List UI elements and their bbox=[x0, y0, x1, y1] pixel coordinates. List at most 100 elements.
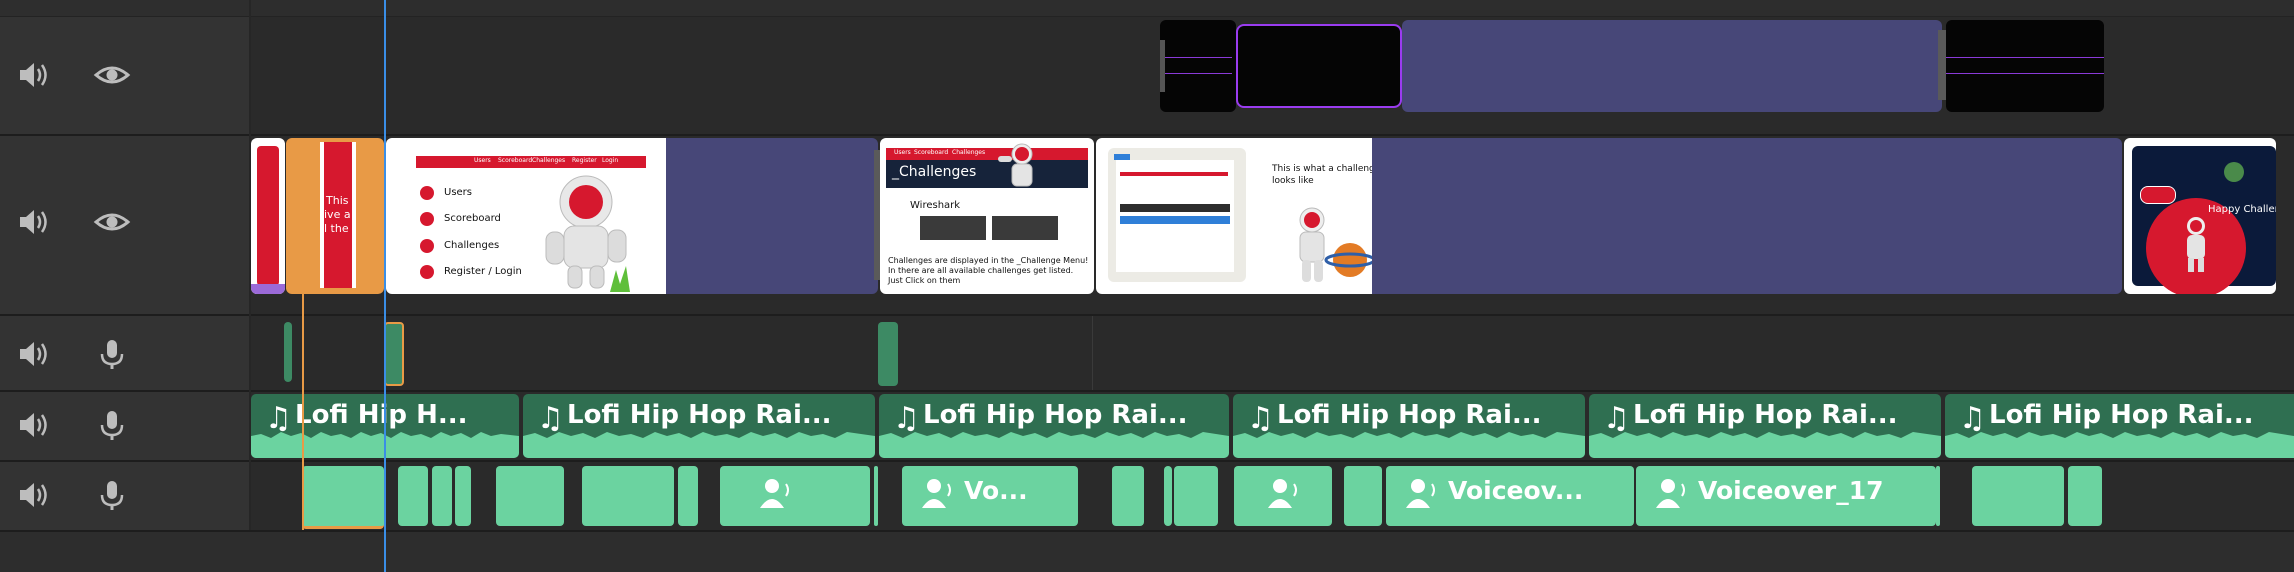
slide-nav-item: Users bbox=[894, 149, 911, 156]
slide-challenge-button bbox=[992, 216, 1058, 240]
speaker-icon[interactable] bbox=[14, 334, 54, 374]
slide-subheading: Wireshark bbox=[910, 200, 961, 211]
clip-trim-handle[interactable] bbox=[1160, 40, 1165, 92]
voiceover-clip[interactable] bbox=[1344, 466, 1382, 526]
music-clip-label: Lofi Hip Hop Rai... bbox=[1633, 400, 1898, 430]
astronaut-illustration bbox=[2187, 217, 2205, 272]
overlay-line bbox=[1164, 73, 1232, 74]
slide-caption: Challenges are displayed in the _Challen… bbox=[888, 256, 1089, 265]
track-divider bbox=[0, 390, 2294, 392]
slide-bullet bbox=[420, 265, 434, 279]
slide-bullet bbox=[420, 212, 434, 226]
voiceover-person-icon bbox=[1406, 479, 1435, 508]
voiceover-clip[interactable] bbox=[678, 466, 698, 526]
playhead[interactable] bbox=[384, 0, 386, 572]
voiceover-clip[interactable] bbox=[2068, 466, 2102, 526]
video-clip-challenges-slide[interactable]: Users Scoreboard Challenges _Challenges … bbox=[880, 138, 1094, 294]
placeholder-clip[interactable] bbox=[666, 138, 878, 294]
astronaut-illustration bbox=[1299, 207, 1372, 282]
badge bbox=[2140, 186, 2176, 204]
music-clip-label: Lofi Hip Hop Rai... bbox=[1989, 400, 2254, 430]
slide-nav-item: Register bbox=[572, 157, 597, 164]
eye-icon[interactable] bbox=[92, 55, 132, 95]
slide-menu-item: Challenges bbox=[444, 240, 500, 251]
video-clip-challenge-view-slide[interactable]: This is what a challenge looks like bbox=[1096, 138, 1372, 294]
slide-caption: In there are all available challenges ge… bbox=[888, 266, 1074, 275]
voiceover-clip[interactable] bbox=[432, 466, 452, 526]
voiceover-clip[interactable] bbox=[1234, 466, 1332, 526]
voiceover-person-icon bbox=[1268, 479, 1297, 508]
voiceover-clip[interactable] bbox=[398, 466, 428, 526]
video-clip-menu-slide[interactable]: Users Scoreboard Challenges Register Log… bbox=[386, 138, 666, 294]
astronaut-illustration bbox=[998, 143, 1033, 187]
music-clip[interactable]: ♫ Lofi Hip Hop Rai... bbox=[1233, 394, 1585, 458]
music-note-icon: ♫ bbox=[1959, 401, 1986, 436]
slide-nav-item: Challenges bbox=[532, 157, 566, 164]
slide-bullet bbox=[420, 239, 434, 253]
slide-menu-item: Scoreboard bbox=[444, 213, 501, 224]
voiceover-clip-label: Voiceover_17 bbox=[1698, 476, 1884, 505]
speaker-icon[interactable] bbox=[14, 55, 54, 95]
slide-nav-item: Challenges bbox=[952, 149, 986, 156]
placeholder-clip[interactable] bbox=[1372, 138, 2122, 294]
voiceover-clip[interactable]: Voiceover_17 bbox=[1636, 466, 1936, 526]
timeline-bottom-area bbox=[0, 530, 2294, 572]
slide-nav-item: Users bbox=[474, 157, 491, 164]
speaker-icon[interactable] bbox=[14, 475, 54, 515]
track-divider bbox=[0, 460, 2294, 462]
music-clip[interactable]: ♫ Lofi Hip Hop Rai... bbox=[1589, 394, 1941, 458]
slide-caption: looks like bbox=[1272, 176, 1314, 186]
voiceover-clip[interactable] bbox=[496, 466, 564, 526]
overlay-clip-black-1[interactable] bbox=[1160, 20, 1236, 112]
speaker-icon[interactable] bbox=[14, 405, 54, 445]
track-lane-top-strip bbox=[250, 0, 2294, 16]
voiceover-clip[interactable]: Vo... bbox=[902, 466, 1078, 526]
slide-challenge-button bbox=[920, 216, 986, 240]
clip-thumbnail-text: ive a bbox=[324, 208, 351, 221]
placeholder-clip[interactable] bbox=[1402, 20, 1942, 112]
overlay-clip-black-2[interactable] bbox=[1946, 20, 2104, 112]
slide-heading: _Challenges bbox=[892, 164, 977, 180]
music-clip-label: Lofi Hip H... bbox=[295, 400, 468, 430]
slide-caption: This is what a challenge bbox=[1272, 164, 1372, 174]
video-clip-last-slide[interactable]: Happy Challen bbox=[2124, 138, 2276, 294]
lane-separator bbox=[1092, 316, 1093, 390]
video-clip-intro[interactable] bbox=[251, 138, 285, 294]
voiceover-clip[interactable] bbox=[1936, 466, 1940, 526]
track-divider bbox=[0, 134, 2294, 136]
track-lane-audio-1[interactable] bbox=[250, 316, 2294, 390]
video-clip-selected[interactable]: This ive a l the bbox=[286, 138, 384, 294]
voiceover-clip[interactable] bbox=[720, 466, 870, 526]
eye-icon[interactable] bbox=[92, 202, 132, 242]
overlay-clip-selected[interactable] bbox=[1236, 24, 1402, 108]
music-clip-label: Lofi Hip Hop Rai... bbox=[923, 400, 1188, 430]
microphone-icon[interactable] bbox=[92, 405, 132, 445]
clip-trim-handle[interactable] bbox=[1938, 30, 1946, 100]
voiceover-clip[interactable] bbox=[1972, 466, 2064, 526]
microphone-icon[interactable] bbox=[92, 334, 132, 374]
voiceover-clip[interactable]: Voiceov... bbox=[1386, 466, 1634, 526]
voiceover-clip[interactable] bbox=[1112, 466, 1144, 526]
audio-clip[interactable] bbox=[384, 322, 404, 386]
music-note-icon: ♫ bbox=[1603, 401, 1630, 436]
clip-thumbnail-text: This bbox=[326, 194, 349, 207]
music-note-icon: ♫ bbox=[265, 401, 292, 436]
voiceover-clip[interactable] bbox=[1164, 466, 1172, 526]
track-header-empty bbox=[0, 0, 250, 16]
music-clip[interactable]: ♫ Lofi Hip Hop Rai... bbox=[523, 394, 875, 458]
slide-nav-item: Scoreboard bbox=[498, 157, 533, 164]
voiceover-clip[interactable] bbox=[302, 466, 384, 529]
music-clip[interactable]: ♫ Lofi Hip Hop Rai... bbox=[1945, 394, 2294, 458]
audio-clip[interactable] bbox=[878, 322, 898, 386]
microphone-icon[interactable] bbox=[92, 475, 132, 515]
voiceover-clip[interactable] bbox=[874, 466, 878, 526]
overlay-line bbox=[1946, 57, 2104, 58]
music-clip-label: Lofi Hip Hop Rai... bbox=[1277, 400, 1542, 430]
music-clip[interactable]: ♫ Lofi Hip Hop Rai... bbox=[879, 394, 1229, 458]
speaker-icon[interactable] bbox=[14, 202, 54, 242]
audio-clip[interactable] bbox=[284, 322, 292, 382]
voiceover-clip[interactable] bbox=[1174, 466, 1218, 526]
voiceover-person-icon bbox=[922, 479, 951, 508]
voiceover-clip[interactable] bbox=[582, 466, 674, 526]
voiceover-clip[interactable] bbox=[455, 466, 471, 526]
